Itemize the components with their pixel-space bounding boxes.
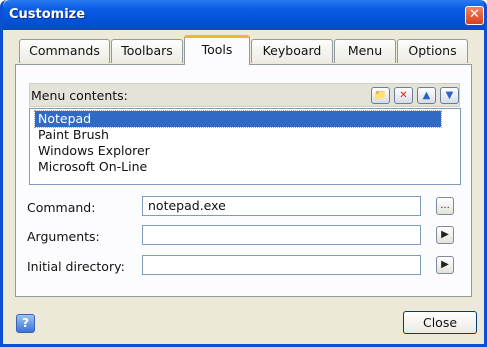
arguments-label: Arguments:	[27, 229, 100, 244]
tab-label: Commands	[29, 43, 100, 58]
ellipsis-icon: ...	[440, 200, 450, 211]
tab-label: Toolbars	[121, 43, 173, 58]
help-button[interactable]: ?	[16, 314, 35, 333]
initial-directory-label: Initial directory:	[27, 259, 125, 274]
list-item[interactable]: Notepad	[34, 110, 442, 128]
command-label: Command:	[27, 200, 96, 215]
tools-panel: Menu contents: 📁 ✕ ▲ ▼ Notepad Paint Bru…	[15, 64, 472, 297]
new-item-button[interactable]: 📁	[371, 87, 390, 104]
tab-toolbars[interactable]: Toolbars	[111, 39, 183, 63]
delete-icon: ✕	[399, 90, 408, 101]
close-icon: ✕	[469, 7, 480, 22]
tab-label: Options	[408, 43, 457, 58]
close-window-button[interactable]: ✕	[465, 6, 484, 25]
delete-item-button[interactable]: ✕	[394, 87, 413, 104]
window-title: Customize	[9, 7, 86, 22]
tab-options[interactable]: Options	[397, 39, 468, 63]
browse-button[interactable]: ...	[436, 197, 454, 215]
move-up-button[interactable]: ▲	[417, 87, 436, 104]
tab-label: Tools	[201, 42, 233, 57]
move-up-icon: ▲	[422, 90, 431, 101]
command-field[interactable]: notepad.exe	[142, 196, 421, 216]
menu-contents-list[interactable]: Notepad Paint Brush Windows Explorer Mic…	[29, 108, 461, 185]
arrow-right-icon: ▶	[441, 259, 449, 270]
list-item[interactable]: Paint Brush	[35, 127, 112, 143]
list-item[interactable]: Windows Explorer	[35, 143, 153, 159]
list-item[interactable]: Microsoft On-Line	[35, 159, 150, 175]
tab-menu[interactable]: Menu	[334, 39, 396, 63]
new-folder-icon: 📁	[374, 90, 387, 101]
close-button[interactable]: Close	[403, 311, 477, 334]
menu-contents-header: Menu contents: 📁 ✕ ▲ ▼	[29, 83, 460, 107]
tab-commands[interactable]: Commands	[19, 39, 110, 63]
customize-dialog: Customize ✕ Commands Toolbars Tools Keyb…	[0, 0, 487, 347]
initial-directory-menu-button[interactable]: ▶	[436, 256, 454, 274]
close-button-label: Close	[422, 315, 458, 330]
arguments-menu-button[interactable]: ▶	[436, 226, 454, 244]
move-down-button[interactable]: ▼	[440, 87, 459, 104]
tab-tools[interactable]: Tools	[184, 35, 250, 65]
help-icon: ?	[22, 316, 29, 330]
move-down-icon: ▼	[445, 90, 454, 101]
menu-contents-label: Menu contents:	[31, 88, 128, 103]
arguments-field[interactable]	[142, 225, 421, 245]
arrow-right-icon: ▶	[441, 229, 449, 240]
tab-keyboard[interactable]: Keyboard	[251, 39, 333, 63]
tab-label: Keyboard	[262, 43, 322, 58]
initial-directory-field[interactable]	[142, 255, 421, 275]
title-bar[interactable]: Customize ✕	[3, 0, 484, 30]
tab-label: Menu	[347, 43, 383, 58]
